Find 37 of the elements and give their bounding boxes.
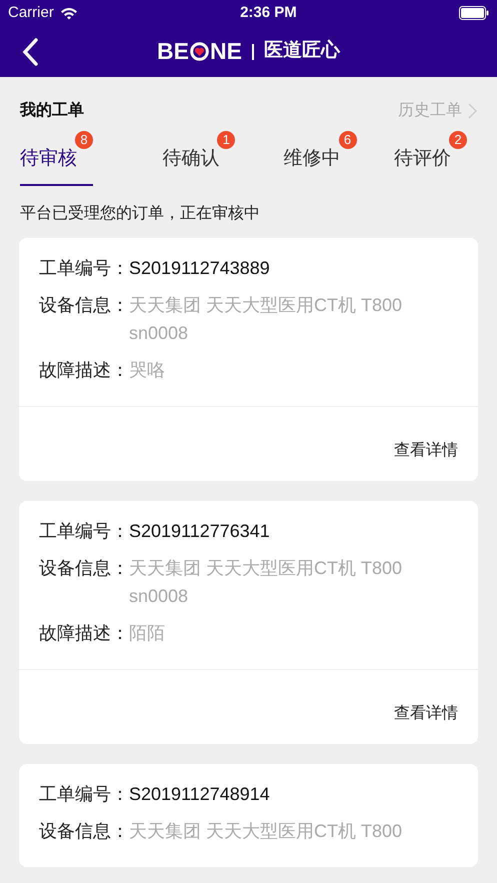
heart-ring-icon <box>190 42 209 61</box>
field-label: 工单编号： <box>39 520 129 542</box>
chevron-right-icon <box>468 103 477 119</box>
tab[interactable]: 维修中 6 <box>284 131 356 186</box>
wifi-icon <box>60 6 78 20</box>
brand-logo-start: BE <box>157 37 189 66</box>
field-value: 天天集团 天天大型医用CT机 T800 sn0008 <box>129 294 404 344</box>
tab[interactable]: 待审核 8 <box>20 131 93 186</box>
brand-logo-end: NE <box>210 37 242 66</box>
field-label: 设备信息： <box>39 294 129 316</box>
field-label: 工单编号： <box>39 256 129 280</box>
field-value: S2019112776341 <box>129 520 270 542</box>
tab[interactable]: 待确认 1 <box>162 131 236 186</box>
field-value: S2019112743889 <box>129 256 270 280</box>
field-value: 陌陌 <box>129 622 165 644</box>
count-badge: 6 <box>338 131 356 149</box>
status-time: 2:36 PM <box>240 2 297 23</box>
view-details-button[interactable]: 查看详情 <box>394 438 458 462</box>
count-badge: 2 <box>449 131 467 149</box>
field-value: 天天集团 天天大型医用CT机 T800 <box>129 820 402 842</box>
field-label: 工单编号： <box>39 782 129 806</box>
field-value: S2019112748914 <box>129 782 270 806</box>
section-title: 我的工单 <box>20 100 84 121</box>
status-notice: 平台已受理您的订单，正在审核中 <box>19 204 261 224</box>
field-label: 设备信息： <box>39 556 129 580</box>
field-label: 故障描述： <box>39 358 129 382</box>
carrier-label: Carrier <box>8 2 54 23</box>
battery-icon <box>458 6 489 20</box>
field-value: 哭咯 <box>129 358 165 382</box>
field-label: 故障描述： <box>39 622 129 644</box>
field-label: 设备信息： <box>39 820 129 842</box>
count-badge: 1 <box>217 131 236 149</box>
view-details-button[interactable]: 查看详情 <box>394 702 458 726</box>
field-value: 天天集团 天天大型医用CT机 T800 sn0008 <box>129 556 404 608</box>
brand-slogan: 医道匠心 <box>264 38 340 64</box>
count-badge: 8 <box>75 131 93 149</box>
tab[interactable]: 待评价 2 <box>394 131 467 186</box>
